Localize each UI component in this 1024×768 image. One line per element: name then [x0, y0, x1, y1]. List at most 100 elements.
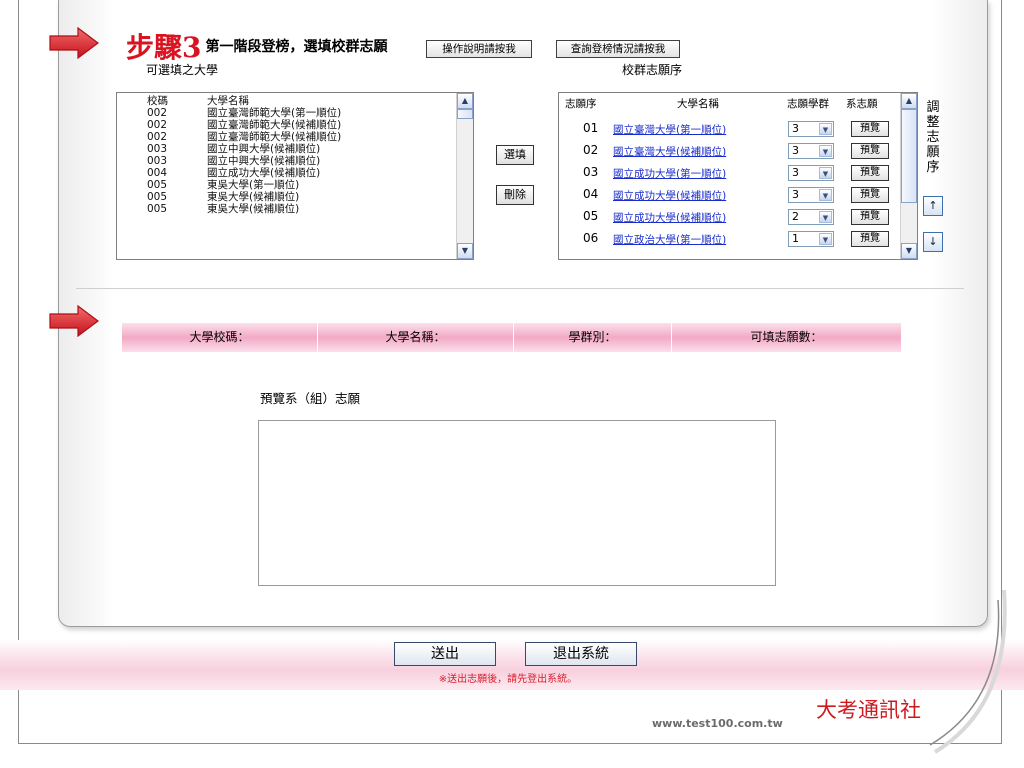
scroll-up-icon[interactable]: ▲ [457, 93, 473, 109]
list-item-name: 東吳大學(候補順位) [207, 203, 300, 215]
list-item-code: 005 [147, 203, 168, 215]
group-select[interactable]: 3 ▼ [788, 143, 834, 159]
column-header-group: 志願學群 [787, 98, 829, 110]
adjust-order-label-char: 序 [926, 160, 940, 175]
chevron-down-icon[interactable]: ▼ [819, 123, 832, 135]
list-item-name: 國立成功大學(候補順位) [207, 167, 321, 179]
chevron-down-icon[interactable]: ▼ [819, 189, 832, 201]
chevron-down-icon[interactable]: ▼ [819, 233, 832, 245]
select-button[interactable]: 選填 [496, 145, 534, 165]
scroll-up-icon[interactable]: ▲ [901, 93, 917, 109]
info-name: 大學名稱： [318, 323, 514, 352]
list-item-code: 005 [147, 179, 168, 191]
order-number: 02 [583, 143, 599, 157]
chevron-down-icon[interactable]: ▼ [819, 211, 832, 223]
group-select[interactable]: 3 ▼ [788, 121, 834, 137]
exit-system-button[interactable]: 退出系統 [525, 642, 637, 666]
scroll-down-icon[interactable]: ▼ [901, 243, 917, 259]
preview-button[interactable]: 預覽 [851, 121, 889, 137]
delete-button[interactable]: 刪除 [496, 185, 534, 205]
preview-title: 預覽系（組）志願 [260, 391, 361, 406]
order-number: 05 [583, 209, 599, 223]
step-heading: 步驟3 第一階段登榜，選填校群志願 [126, 26, 387, 66]
list-item-name: 國立臺灣師範大學(候補順位) [207, 131, 342, 143]
scroll-thumb[interactable] [457, 109, 473, 119]
university-link[interactable]: 國立成功大學(候補順位) [613, 210, 726, 225]
group-select-value: 3 [792, 166, 799, 179]
table-row: 04 國立成功大學(候補順位) 3 ▼ 預覽 [559, 186, 899, 204]
list-item-code: 002 [147, 119, 168, 131]
scroll-down-icon[interactable]: ▼ [457, 243, 473, 259]
chevron-down-icon[interactable]: ▼ [819, 145, 832, 157]
query-status-button[interactable]: 查詢登榜情況請按我 [556, 40, 680, 58]
university-link[interactable]: 國立成功大學(第一順位) [613, 166, 726, 181]
list-item-name: 國立中興大學(候補順位) [207, 155, 321, 167]
list-item-name: 東吳大學(候補順位) [207, 191, 300, 203]
preview-button[interactable]: 預覽 [851, 165, 889, 181]
group-select-value: 3 [792, 122, 799, 135]
table-row: 03 國立成功大學(第一順位) 3 ▼ 預覽 [559, 164, 899, 182]
group-select[interactable]: 1 ▼ [788, 231, 834, 247]
group-select[interactable]: 3 ▼ [788, 165, 834, 181]
adjust-order-label-char: 願 [926, 145, 940, 160]
list-item-code: 004 [147, 167, 168, 179]
available-universities-list[interactable]: 校碼 大學名稱 002 國立臺灣師範大學(第一順位) 002 國立臺灣師範大學(候補順… [116, 92, 474, 260]
move-down-button[interactable]: ↓ [923, 232, 943, 252]
column-header-dept: 系志願 [846, 98, 878, 110]
group-select[interactable]: 2 ▼ [788, 209, 834, 225]
available-universities-label: 可選填之大學 [146, 63, 219, 77]
column-header-order: 志願序 [565, 98, 597, 110]
list-item-code: 002 [147, 131, 168, 143]
red-arrow-icon [49, 305, 99, 337]
site-url: www.test100.com.tw [652, 717, 783, 730]
order-number: 06 [583, 231, 599, 245]
list-item-code: 002 [147, 107, 168, 119]
university-link[interactable]: 國立政治大學(第一順位) [613, 232, 726, 247]
adjust-order-label-char: 志 [926, 130, 940, 145]
adjust-order-label-char: 整 [926, 115, 940, 130]
publisher-logo: 大考通訊社 [816, 698, 921, 722]
list-scrollbar[interactable]: ▲ ▼ [456, 93, 473, 259]
group-select-value: 3 [792, 144, 799, 157]
group-select[interactable]: 3 ▼ [788, 187, 834, 203]
section-divider [76, 288, 964, 289]
university-link[interactable]: 國立臺灣大學(第一順位) [613, 122, 726, 137]
list-item-name: 國立臺灣師範大學(候補順位) [207, 119, 342, 131]
table-row: 06 國立政治大學(第一順位) 1 ▼ 預覽 [559, 230, 899, 248]
step-title: 第一階段登榜，選填校群志願 [205, 39, 388, 55]
step-number: 步驟3 [126, 31, 202, 64]
preview-button[interactable]: 預覽 [851, 187, 889, 203]
list-item-name: 東吳大學(第一順位) [207, 179, 300, 191]
info-code: 大學校碼： [122, 323, 318, 352]
order-number: 03 [583, 165, 599, 179]
preview-box [258, 420, 776, 586]
list-item-code: 005 [147, 191, 168, 203]
info-group: 學群別： [514, 323, 672, 352]
table-row: 02 國立臺灣大學(候補順位) 3 ▼ 預覽 [559, 142, 899, 160]
university-link[interactable]: 國立成功大學(候補順位) [613, 188, 726, 203]
preference-order-label: 校群志願序 [622, 63, 683, 77]
submit-button[interactable]: 送出 [394, 642, 496, 666]
list-item-name: 國立中興大學(候補順位) [207, 143, 321, 155]
preview-button[interactable]: 預覽 [851, 231, 889, 247]
column-header-university: 大學名稱 [677, 98, 719, 110]
order-number: 04 [583, 187, 599, 201]
table-scrollbar[interactable]: ▲ ▼ [900, 93, 917, 259]
preview-button[interactable]: 預覽 [851, 143, 889, 159]
group-select-value: 3 [792, 188, 799, 201]
column-header-name: 大學名稱 [207, 95, 249, 107]
order-number: 01 [583, 121, 599, 135]
submit-note: ※送出志願後，請先登出系統。 [438, 674, 578, 685]
red-arrow-icon [49, 27, 99, 59]
adjust-order-label-char: 調 [926, 100, 940, 115]
table-row: 01 國立臺灣大學(第一順位) 3 ▼ 預覽 [559, 120, 899, 138]
chevron-down-icon[interactable]: ▼ [819, 167, 832, 179]
table-row: 05 國立成功大學(候補順位) 2 ▼ 預覽 [559, 208, 899, 226]
move-up-button[interactable]: ↑ [923, 196, 943, 216]
scroll-thumb[interactable] [901, 109, 917, 203]
university-link[interactable]: 國立臺灣大學(候補順位) [613, 144, 726, 159]
column-header-code: 校碼 [147, 95, 168, 107]
preview-button[interactable]: 預覽 [851, 209, 889, 225]
preference-order-table: 志願序 大學名稱 志願學群 系志願 01 國立臺灣大學(第一順位) 3 ▼ 預覽 02 國立… [558, 92, 918, 260]
instructions-button[interactable]: 操作說明請按我 [426, 40, 532, 58]
